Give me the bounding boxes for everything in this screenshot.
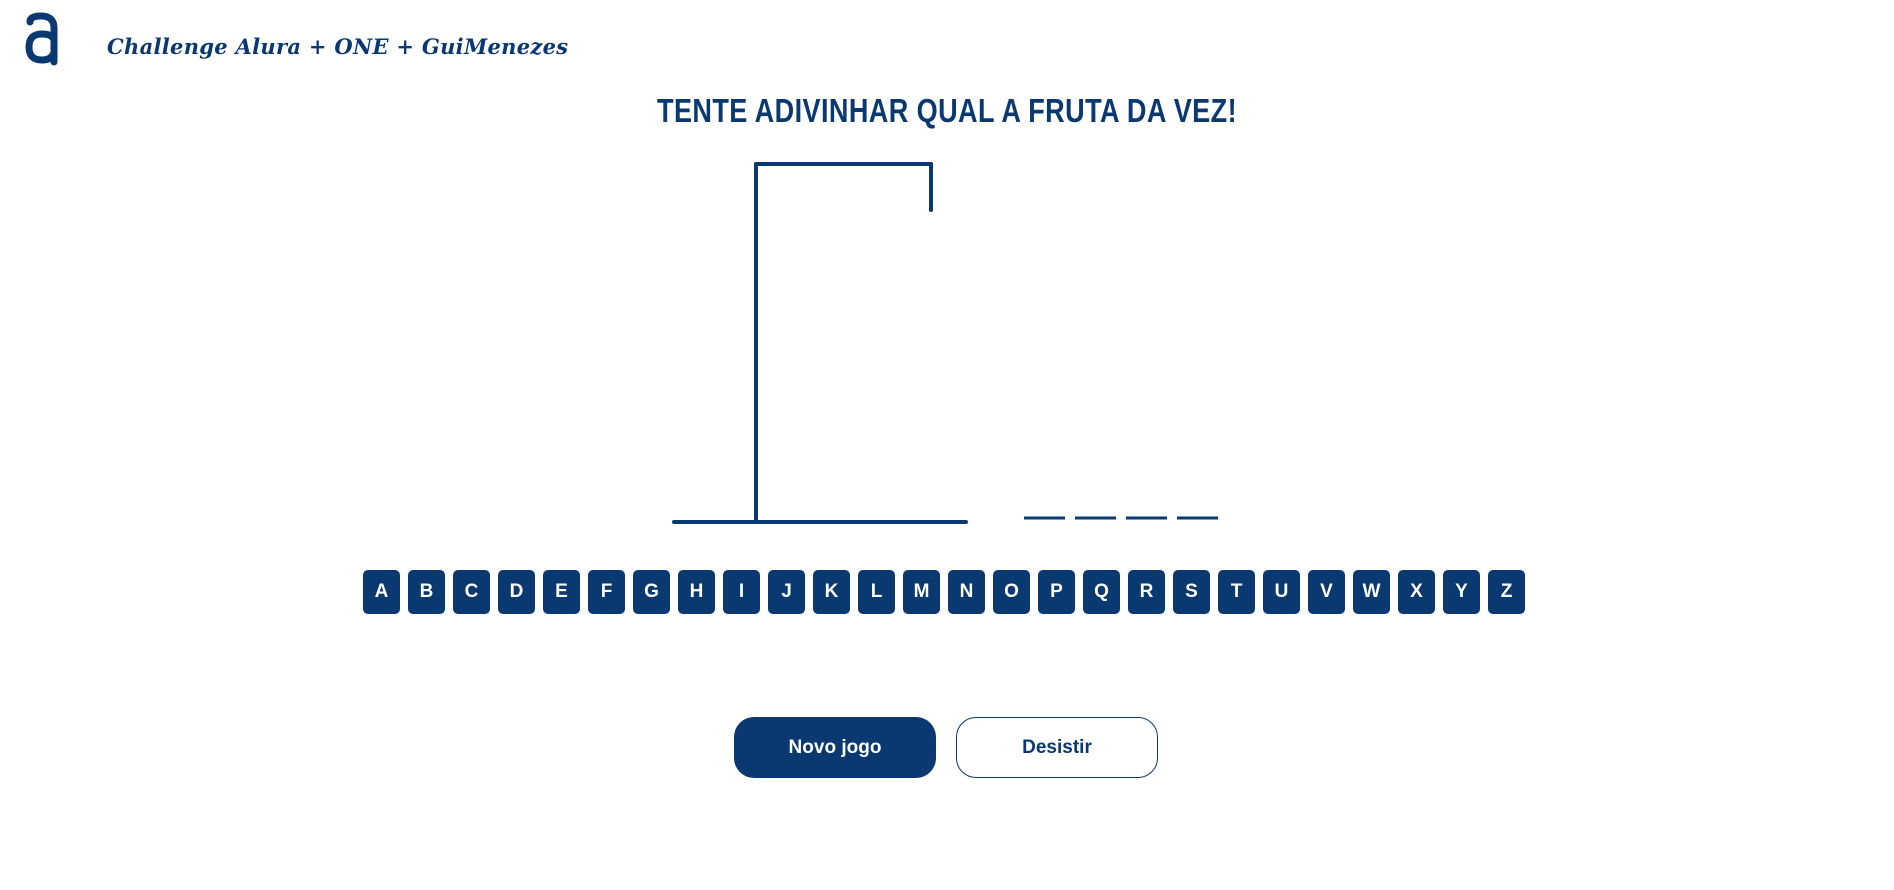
letter-key-b[interactable]: B xyxy=(408,570,445,614)
letter-key-o[interactable]: O xyxy=(993,570,1030,614)
give-up-button[interactable]: Desistir xyxy=(956,717,1158,778)
letter-key-w[interactable]: W xyxy=(1353,570,1390,614)
alura-logo-icon[interactable] xyxy=(24,12,60,66)
letter-key-y[interactable]: Y xyxy=(1443,570,1480,614)
game-actions: Novo jogo Desistir xyxy=(734,717,1158,778)
app-title: Challenge Alura + ONE + GuiMenezes xyxy=(107,34,569,59)
letter-key-m[interactable]: M xyxy=(903,570,940,614)
letter-key-r[interactable]: R xyxy=(1128,570,1165,614)
letter-key-f[interactable]: F xyxy=(588,570,625,614)
letter-key-e[interactable]: E xyxy=(543,570,580,614)
letter-key-v[interactable]: V xyxy=(1308,570,1345,614)
letter-key-x[interactable]: X xyxy=(1398,570,1435,614)
letter-key-a[interactable]: A xyxy=(363,570,400,614)
letter-key-j[interactable]: J xyxy=(768,570,805,614)
letter-key-n[interactable]: N xyxy=(948,570,985,614)
letter-key-h[interactable]: H xyxy=(678,570,715,614)
letter-keyboard: ABCDEFGHIJKLMNOPQRSTUVWXYZ xyxy=(363,570,1525,614)
letter-key-p[interactable]: P xyxy=(1038,570,1075,614)
letter-key-q[interactable]: Q xyxy=(1083,570,1120,614)
letter-key-d[interactable]: D xyxy=(498,570,535,614)
letter-key-t[interactable]: T xyxy=(1218,570,1255,614)
letter-key-i[interactable]: I xyxy=(723,570,760,614)
game-headline: TENTE ADIVINHAR QUAL A FRUTA DA VEZ! xyxy=(657,92,1237,129)
letter-key-z[interactable]: Z xyxy=(1488,570,1525,614)
letter-key-g[interactable]: G xyxy=(633,570,670,614)
new-game-button[interactable]: Novo jogo xyxy=(734,717,936,778)
letter-key-s[interactable]: S xyxy=(1173,570,1210,614)
letter-key-k[interactable]: K xyxy=(813,570,850,614)
letter-key-c[interactable]: C xyxy=(453,570,490,614)
letter-key-l[interactable]: L xyxy=(858,570,895,614)
letter-key-u[interactable]: U xyxy=(1263,570,1300,614)
